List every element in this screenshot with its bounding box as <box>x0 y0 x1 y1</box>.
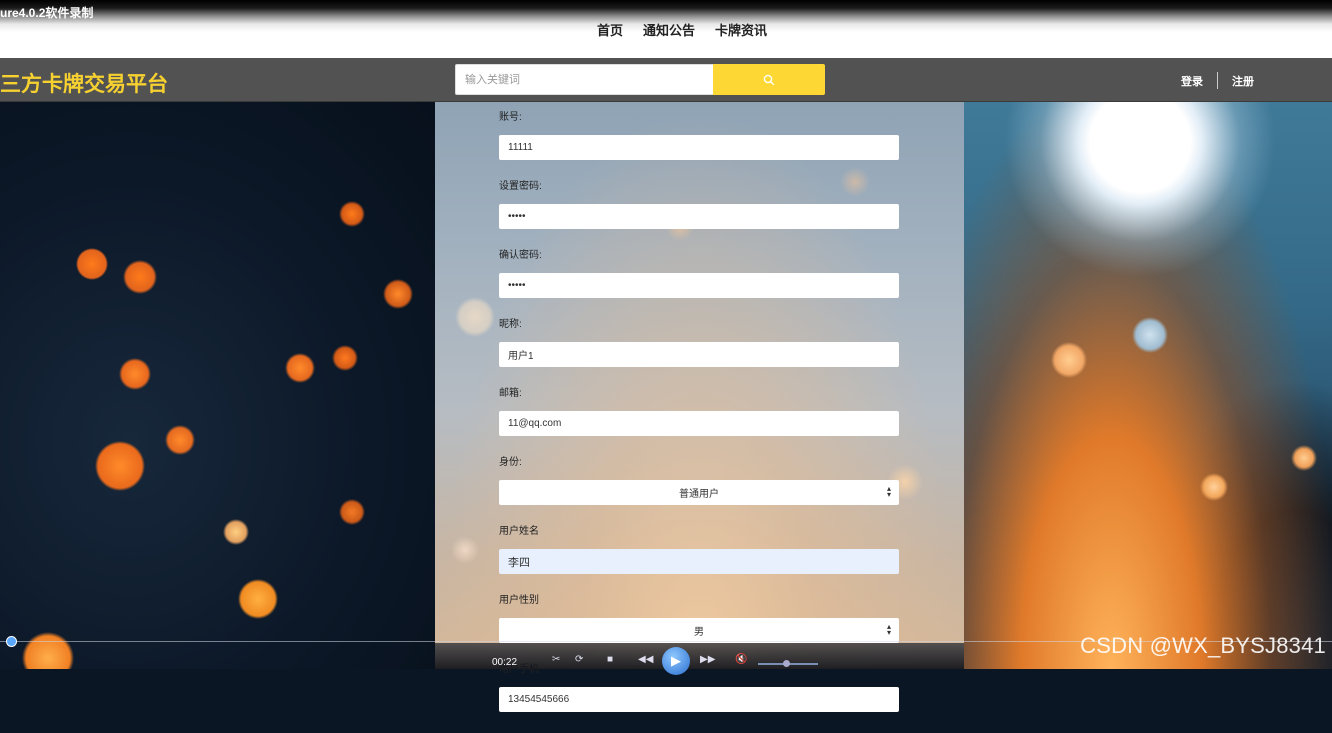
confirm-password-label: 确认密码: <box>499 250 542 261</box>
volume-knob[interactable] <box>783 660 790 667</box>
watermark: CSDN @WX_BYSJ8341 <box>1080 633 1326 658</box>
login-link[interactable]: 登录 <box>1181 73 1203 89</box>
search-input[interactable] <box>455 64 713 95</box>
header: 三方卡牌交易平台 登录 注册 <box>0 58 1332 102</box>
site-brand[interactable]: 三方卡牌交易平台 <box>0 68 168 98</box>
confirm-password-input[interactable] <box>499 273 899 298</box>
play-button[interactable]: ▶ <box>662 647 690 675</box>
nav-item-card-news[interactable]: 卡牌资讯 <box>715 20 767 39</box>
fast-forward-icon[interactable]: ▶▶ <box>700 654 715 665</box>
nickname-input[interactable] <box>499 342 899 367</box>
refresh-icon[interactable]: ⟳ <box>575 654 583 665</box>
realname-label: 用户姓名 <box>499 526 539 537</box>
select-arrows-icon: ▴ ▾ <box>886 622 891 637</box>
search-icon <box>763 74 775 85</box>
stop-icon[interactable]: ■ <box>607 654 613 665</box>
select-arrows-icon: ▴ ▾ <box>886 484 891 499</box>
password-label: 设置密码: <box>499 181 542 192</box>
identity-select[interactable]: 普通用户 ▴ ▾ <box>499 480 899 505</box>
play-icon: ▶ <box>671 653 681 668</box>
phone-input[interactable] <box>499 687 899 712</box>
recorder-title: ure4.0.2软件录制 <box>0 6 94 20</box>
auth-links: 登录 注册 <box>1181 72 1254 89</box>
nav-item-home[interactable]: 首页 <box>597 20 623 39</box>
background-image-right <box>964 102 1332 669</box>
gender-label: 用户性别 <box>499 595 539 606</box>
auth-divider <box>1217 72 1218 89</box>
video-player-controls: 00:22 ✂ ⟳ ■ ◀◀ ▶ ▶▶ 🔇 <box>435 643 964 675</box>
background-image-left <box>0 102 435 669</box>
scissors-icon[interactable]: ✂ <box>552 654 560 665</box>
nav-item-notices[interactable]: 通知公告 <box>643 20 695 39</box>
account-label: 账号: <box>499 112 522 123</box>
gender-selected-value: 男 <box>694 627 704 638</box>
gender-select[interactable]: 男 ▴ ▾ <box>499 618 899 643</box>
video-progress-knob[interactable] <box>6 636 17 647</box>
register-panel: 账号: 设置密码: 确认密码: 昵称: 邮箱: 身份: 普通用户 ▴▾ 用户姓名… <box>435 102 964 712</box>
top-nav: 首页 通知公告 卡牌资讯 <box>597 20 767 39</box>
nickname-label: 昵称: <box>499 319 522 330</box>
playback-time: 00:22 <box>492 657 518 668</box>
password-input[interactable] <box>499 204 899 229</box>
realname-input[interactable] <box>499 549 899 574</box>
identity-selected-value: 普通用户 <box>679 489 719 500</box>
register-link[interactable]: 注册 <box>1232 73 1254 89</box>
account-input[interactable] <box>499 135 899 160</box>
identity-label: 身份: <box>499 457 522 468</box>
search-button[interactable] <box>713 64 825 95</box>
register-form: 账号: 设置密码: 确认密码: 昵称: 邮箱: 身份: 普通用户 ▴▾ 用户姓名… <box>499 112 899 733</box>
email-label: 邮箱: <box>499 388 522 399</box>
email-input[interactable] <box>499 411 899 436</box>
rewind-icon[interactable]: ◀◀ <box>638 654 653 665</box>
top-bar: ure4.0.2软件录制 首页 通知公告 卡牌资讯 <box>0 0 1332 58</box>
mute-icon[interactable]: 🔇 <box>735 654 747 665</box>
